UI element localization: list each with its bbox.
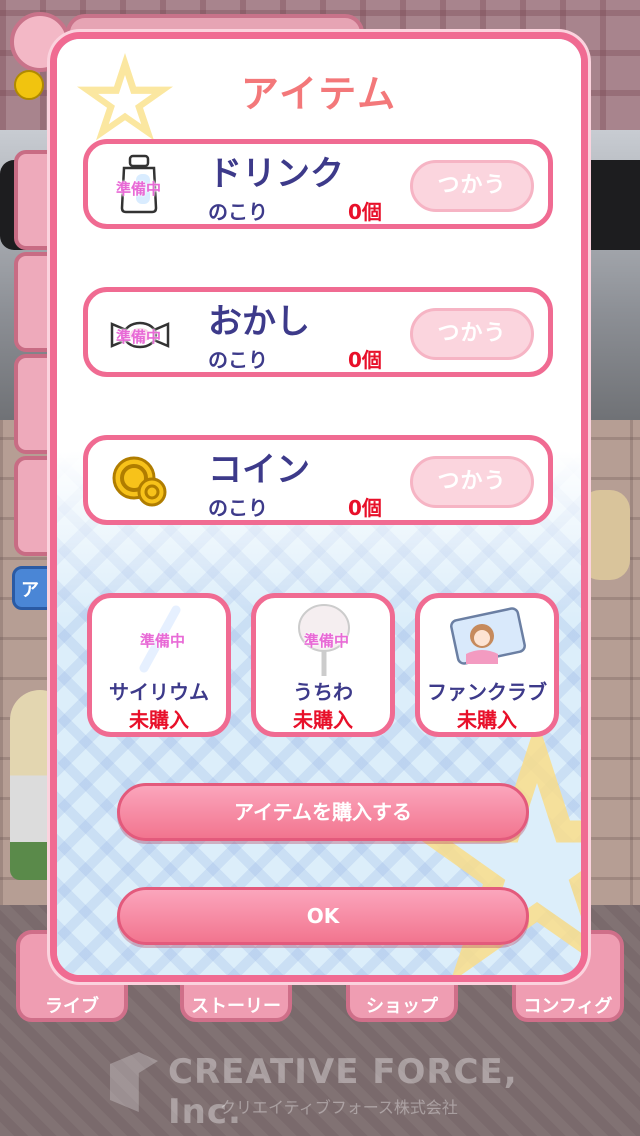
fanclub-card-icon	[450, 607, 526, 665]
purchase-status: 未購入	[293, 708, 353, 732]
preparing-label: 準備中	[304, 632, 350, 650]
item-name: おかし	[208, 302, 310, 342]
preparing-label: 準備中	[116, 328, 162, 346]
cheer-item-fan[interactable]: 準備中 うちわ 未購入	[251, 593, 395, 737]
ok-button[interactable]: OK	[117, 887, 529, 945]
coin-icon	[112, 456, 167, 507]
preparing-label: 準備中	[116, 180, 162, 198]
cheer-item-name: うちわ	[293, 680, 353, 704]
buy-item-button[interactable]: アイテムを購入する	[117, 783, 529, 841]
cheer-item-name: サイリウム	[109, 680, 209, 704]
remaining-label: のこり	[208, 200, 268, 224]
item-row-coin: コイン のこり 0個 つかう	[83, 435, 553, 525]
cheer-item-glowstick[interactable]: 準備中 サイリウム 未購入	[87, 593, 231, 737]
company-subname: クリエイティブフォース株式会社	[220, 1098, 458, 1117]
dialog-title: アイテム	[240, 72, 398, 116]
item-name: コイン	[208, 450, 310, 490]
company-footer: CREATIVE FORCE, Inc. クリエイティブフォース株式会社	[110, 1052, 550, 1132]
purchase-status: 未購入	[129, 708, 189, 732]
use-coin-button[interactable]: つかう	[410, 456, 534, 508]
item-count: 0個	[348, 200, 382, 224]
item-count: 0個	[348, 496, 382, 520]
company-logo-icon	[110, 1052, 158, 1112]
use-snack-button[interactable]: つかう	[410, 308, 534, 360]
item-dialog: アイテム 準備中 ドリンク のこり 0個 つかう 準備中 おかし のこり 0個 …	[50, 32, 588, 982]
coin-icon	[14, 70, 44, 100]
cheer-item-fanclub[interactable]: ファンクラブ 未購入	[415, 593, 559, 737]
item-name: ドリンク	[208, 154, 344, 194]
preparing-label: 準備中	[140, 632, 186, 650]
purchase-status: 未購入	[457, 708, 517, 732]
item-row-drink: 準備中 ドリンク のこり 0個 つかう	[83, 139, 553, 229]
company-name: CREATIVE FORCE, Inc.	[168, 1052, 518, 1132]
item-count: 0個	[348, 348, 382, 372]
remaining-label: のこり	[208, 348, 268, 372]
use-drink-button[interactable]: つかう	[410, 160, 534, 212]
item-row-snack: 準備中 おかし のこり 0個 つかう	[83, 287, 553, 377]
cheer-item-name: ファンクラブ	[427, 680, 547, 704]
remaining-label: のこり	[208, 496, 268, 520]
